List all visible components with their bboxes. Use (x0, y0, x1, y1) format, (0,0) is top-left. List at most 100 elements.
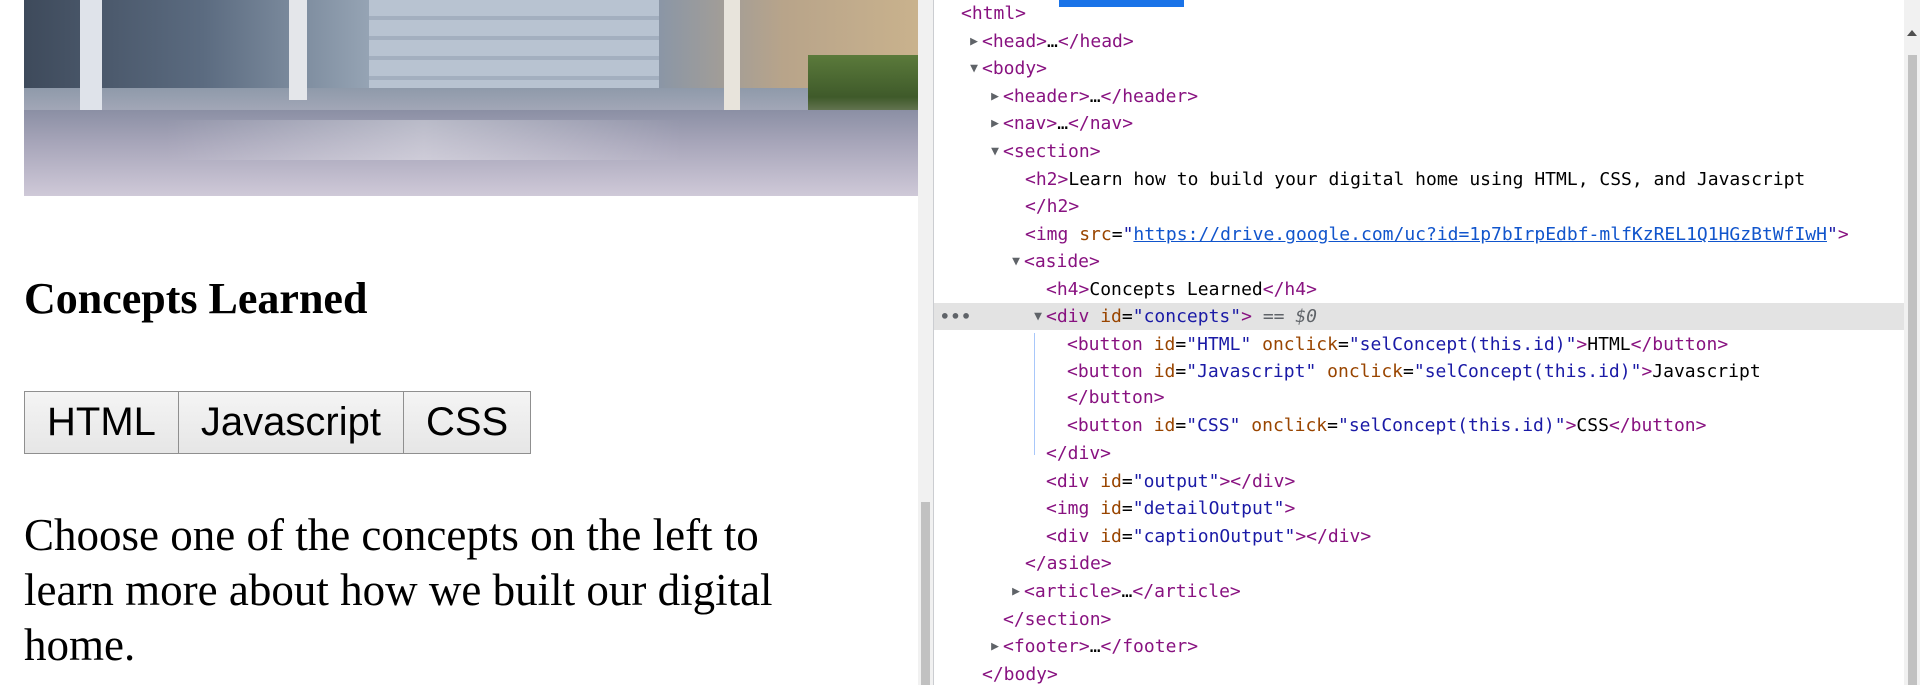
dom-node-img[interactable]: <img src="https://drive.google.com/uc?id… (934, 221, 1904, 248)
img-src-link[interactable]: https://drive.google.com/uc?id=1p7bIrpEd… (1133, 224, 1827, 245)
dom-node-div-concepts[interactable]: ••• ▼ <div id="concepts"> == $0 (934, 303, 1904, 330)
dom-node-button-javascript[interactable]: <button id="Javascript" onclick="selConc… (934, 358, 1904, 385)
hero-image (24, 0, 918, 196)
tag-text: <body> (982, 58, 1048, 79)
tag-text: > (1837, 224, 1849, 245)
dom-node-nav[interactable]: ▶ <nav>…</nav> (934, 110, 1904, 137)
attr-name: onclick (1327, 361, 1403, 382)
expand-arrow-icon[interactable]: ▶ (988, 110, 1002, 137)
tag-text: <article> (1024, 581, 1122, 602)
page-scroll-thumb[interactable] (921, 502, 930, 685)
tag-text: </button> (1608, 415, 1707, 436)
dom-node-body-close[interactable]: </body> (934, 661, 1904, 685)
tag-text: <section> (1003, 141, 1101, 162)
html-concept-button[interactable]: HTML (24, 391, 179, 454)
tag-text: </body> (982, 664, 1058, 685)
h4-text-content: Concepts Learned (1089, 279, 1263, 300)
attr-value: Javascript (1197, 361, 1306, 382)
expand-arrow-icon[interactable]: ▶ (988, 633, 1002, 660)
dom-node-body[interactable]: ▼ <body> (934, 55, 1904, 82)
collapse-arrow-icon[interactable]: ▼ (1009, 248, 1023, 275)
tag-text: <div (1046, 526, 1090, 547)
tag-text: <img (1046, 498, 1090, 519)
css-concept-button[interactable]: CSS (402, 391, 532, 454)
dom-node-div-caption[interactable]: <div id="captionOutput"></div> (934, 523, 1904, 550)
button-text-content: Javascript (1652, 361, 1761, 382)
devtools-scroll-thumb[interactable] (1908, 55, 1917, 685)
tag-text: </button> (1630, 334, 1729, 355)
dom-node-h2-close[interactable]: </h2> (934, 193, 1904, 220)
attr-name: id (1100, 498, 1122, 519)
concepts-heading: Concepts Learned (24, 274, 368, 323)
dom-node-button-css[interactable]: <button id="CSS" onclick="selConcept(thi… (934, 412, 1904, 439)
devtools-elements-panel: <html> ▶ <head>…</head> ▼ <body> ▶ <head… (933, 0, 1920, 685)
tag-text: <footer> (1003, 636, 1090, 657)
dom-node-div-close[interactable]: </div> (934, 440, 1904, 467)
hero-pillar (724, 0, 740, 120)
dom-node-footer[interactable]: ▶ <footer>…</footer> (934, 633, 1904, 660)
tag-text: <div (1046, 471, 1090, 492)
attr-name: id (1153, 415, 1176, 436)
hero-garage-door (369, 0, 659, 88)
dom-node-h4[interactable]: <h4>Concepts Learned</h4> (934, 276, 1904, 303)
concept-button-group: HTML Javascript CSS (24, 391, 532, 454)
page-viewport: Concepts Learned HTML Javascript CSS Cho… (0, 0, 918, 685)
button-text-content: HTML (1587, 334, 1631, 355)
expand-arrow-icon[interactable]: ▶ (967, 28, 981, 55)
hero-reflection (164, 120, 684, 160)
attr-name: src (1079, 224, 1112, 245)
tag-text: </footer> (1100, 636, 1199, 657)
button-text-content: CSS (1576, 415, 1609, 436)
attr-value: selConcept(this.id) (1348, 415, 1555, 436)
dom-node-button-close[interactable]: </button> (934, 384, 1904, 411)
tag-text: <div (1046, 306, 1090, 327)
tag-text: <nav> (1003, 113, 1058, 134)
expand-arrow-icon[interactable]: ▶ (988, 83, 1002, 110)
dom-node-section[interactable]: ▼ <section> (934, 138, 1904, 165)
dom-node-button-html[interactable]: <button id="HTML" onclick="selConcept(th… (934, 331, 1904, 358)
dom-node-header[interactable]: ▶ <header>…</header> (934, 83, 1904, 110)
javascript-concept-button[interactable]: Javascript (177, 391, 404, 454)
tag-text: <header> (1003, 86, 1090, 107)
expand-arrow-icon[interactable]: ▶ (1009, 578, 1023, 605)
collapsed-ellipsis: … (1047, 31, 1058, 52)
tag-text: </header> (1100, 86, 1199, 107)
collapse-arrow-icon[interactable]: ▼ (1031, 303, 1045, 330)
dom-node-html[interactable]: <html> (934, 0, 1904, 27)
dom-node-article[interactable]: ▶ <article>…</article> (934, 578, 1904, 605)
tag-text: <head> (982, 31, 1048, 52)
collapsed-ellipsis: … (1089, 86, 1101, 107)
tag-text: > (1641, 361, 1653, 382)
dom-node-head[interactable]: ▶ <head>…</head> (934, 28, 1904, 55)
tag-text: </section> (1003, 609, 1112, 630)
attr-value: detailOutput (1143, 498, 1274, 519)
attr-value: output (1143, 471, 1209, 492)
page-scrollbar[interactable] (918, 0, 933, 685)
tag-text: <html> (961, 3, 1027, 24)
tag-text: </nav> (1068, 113, 1134, 134)
attr-name: id (1153, 361, 1176, 382)
dom-node-img-detail[interactable]: <img id="detailOutput"> (934, 495, 1904, 522)
tag-text: ></div> (1219, 471, 1296, 492)
collapse-arrow-icon[interactable]: ▼ (988, 138, 1002, 165)
tag-text: <button (1067, 334, 1143, 355)
dom-node-aside[interactable]: ▼ <aside> (934, 248, 1904, 275)
dom-node-aside-close[interactable]: </aside> (934, 550, 1904, 577)
tag-text: ></div> (1295, 526, 1372, 547)
dom-node-section-close[interactable]: </section> (934, 606, 1904, 633)
tag-text: > (1241, 306, 1252, 327)
dom-node-div-output[interactable]: <div id="output"></div> (934, 468, 1904, 495)
scroll-up-arrow-icon[interactable] (1907, 30, 1917, 36)
devtools-scrollbar[interactable] (1904, 0, 1920, 685)
tag-text: <img (1025, 224, 1069, 245)
tag-text: <button (1067, 361, 1143, 382)
more-actions-icon[interactable]: ••• (940, 303, 972, 330)
tag-text: <button (1067, 415, 1143, 436)
tag-text: </div> (1046, 443, 1112, 464)
dom-node-h2[interactable]: <h2>Learn how to build your digital home… (934, 166, 1904, 193)
collapse-arrow-icon[interactable]: ▼ (967, 55, 981, 82)
attr-value: selConcept(this.id) (1359, 334, 1566, 355)
collapsed-ellipsis: … (1121, 581, 1133, 602)
tag-text: </h4> (1262, 279, 1317, 300)
attr-value: captionOutput (1143, 526, 1285, 547)
